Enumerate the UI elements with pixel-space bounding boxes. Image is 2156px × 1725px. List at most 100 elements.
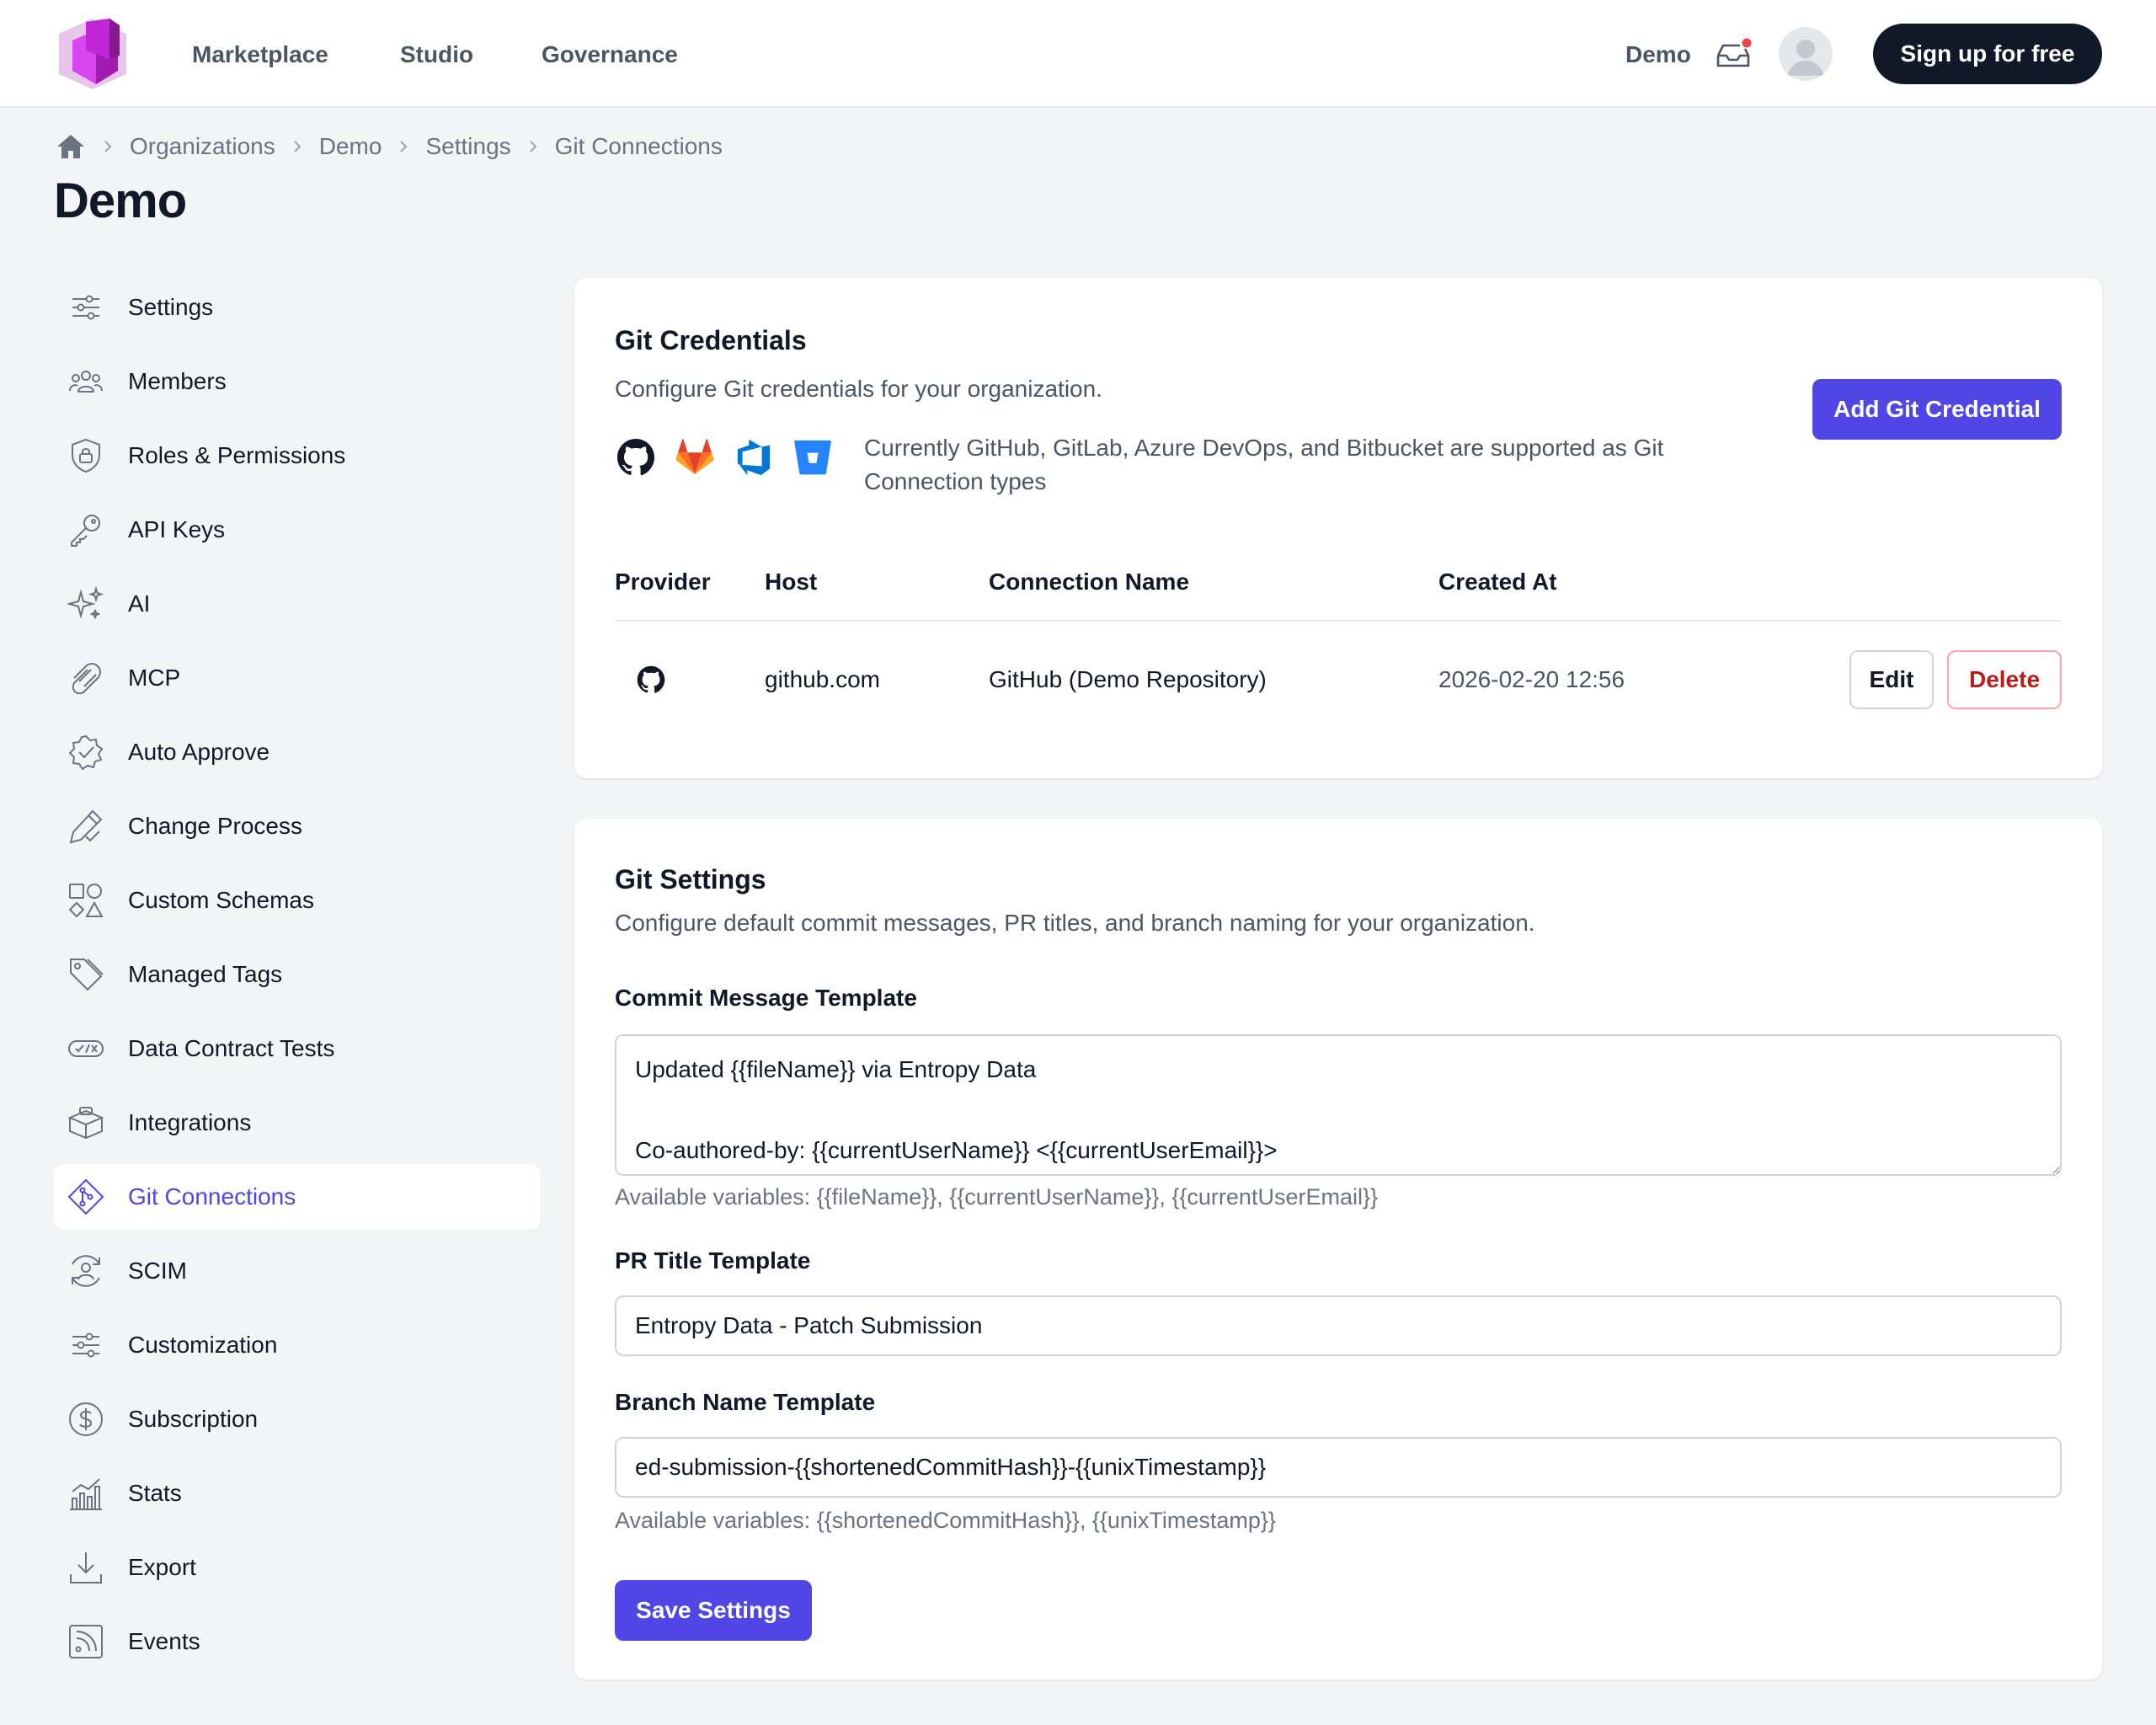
sidebar-label: Git Connections bbox=[128, 1183, 296, 1210]
column-header-created-at: Created At bbox=[1438, 569, 1557, 595]
edit-button[interactable]: Edit bbox=[1849, 650, 1934, 709]
nav-governance[interactable]: Governance bbox=[542, 40, 678, 69]
breadcrumb-demo[interactable]: Demo bbox=[319, 132, 382, 161]
avatar[interactable] bbox=[1779, 27, 1833, 81]
sidebar-item-settings[interactable]: Settings bbox=[54, 275, 541, 340]
settings-sidebar: Settings Members Roles & Permissions API… bbox=[54, 275, 541, 1683]
card-title: Git Credentials bbox=[615, 325, 807, 355]
sidebar-item-custom-schemas[interactable]: Custom Schemas bbox=[54, 868, 541, 933]
add-git-credential-button[interactable]: Add Git Credential bbox=[1812, 379, 2062, 440]
sidebar-label: SCIM bbox=[128, 1258, 187, 1284]
sidebar-label: API Keys bbox=[128, 516, 226, 542]
sidebar-label: MCP bbox=[128, 665, 181, 691]
sidebar-label: Change Process bbox=[128, 813, 303, 839]
sliders-icon bbox=[72, 1332, 99, 1358]
paperclip-icon bbox=[72, 663, 101, 695]
sidebar-item-subscription[interactable]: Subscription bbox=[54, 1386, 541, 1452]
column-header-connection-name: Connection Name bbox=[989, 569, 1190, 595]
tags-icon bbox=[70, 959, 104, 991]
sign-up-button[interactable]: Sign up for free bbox=[1873, 24, 2102, 84]
git-diamond-icon bbox=[67, 1178, 104, 1215]
app-logo[interactable] bbox=[57, 17, 128, 91]
commit-message-label: Commit Message Template bbox=[615, 985, 917, 1011]
azure-devops-icon bbox=[737, 439, 771, 476]
page-title: Demo bbox=[54, 174, 187, 228]
branch-variables-hint: Available variables: {{shortenedCommitHa… bbox=[615, 1508, 1276, 1533]
sidebar-item-events[interactable]: Events bbox=[54, 1609, 541, 1674]
sidebar-label: Roles & Permissions bbox=[128, 442, 346, 468]
badge-check-icon bbox=[68, 734, 104, 771]
sidebar-item-stats[interactable]: Stats bbox=[54, 1461, 541, 1526]
sidebar-item-export[interactable]: Export bbox=[54, 1535, 541, 1600]
sidebar-item-scim[interactable]: SCIM bbox=[54, 1238, 541, 1304]
supported-providers-text: Currently GitHub, GitLab, Azure DevOps, … bbox=[864, 435, 1664, 494]
sidebar-item-change-process[interactable]: Change Process bbox=[54, 793, 541, 859]
home-icon[interactable] bbox=[56, 133, 86, 160]
shield-lock-icon bbox=[72, 438, 100, 473]
breadcrumb-git-connections: Git Connections bbox=[554, 133, 723, 159]
sidebar-label: Settings bbox=[128, 294, 214, 320]
breadcrumb-settings[interactable]: Settings bbox=[425, 132, 510, 161]
table-divider bbox=[615, 620, 2062, 622]
sidebar-label: Managed Tags bbox=[128, 961, 283, 987]
key-icon bbox=[71, 515, 100, 547]
pencil-check-icon bbox=[69, 809, 103, 844]
bitbucket-icon bbox=[794, 440, 831, 475]
dollar-circle-icon bbox=[69, 1402, 103, 1436]
top-navbar: Marketplace Studio Governance Demo Sign … bbox=[0, 0, 2156, 108]
provider-icons bbox=[616, 438, 852, 477]
save-settings-button[interactable]: Save Settings bbox=[615, 1580, 812, 1641]
sidebar-item-roles-permissions[interactable]: Roles & Permissions bbox=[54, 423, 541, 489]
sidebar-item-data-contract-tests[interactable]: Data Contract Tests bbox=[54, 1016, 541, 1081]
org-switcher[interactable]: Demo bbox=[1625, 40, 1691, 69]
shapes-icon bbox=[68, 884, 104, 918]
breadcrumb: Organizations Demo Settings Git Connecti… bbox=[56, 131, 723, 162]
card-subtitle: Configure Git credentials for your organ… bbox=[615, 376, 1102, 402]
chevron-right-icon bbox=[529, 141, 537, 152]
git-credentials-card: Git Credentials Configure Git credential… bbox=[574, 278, 2102, 778]
sidebar-label: Stats bbox=[128, 1480, 182, 1506]
cell-connection-name: GitHub (Demo Repository) bbox=[989, 666, 1267, 692]
bar-chart-icon bbox=[70, 1478, 102, 1510]
user-sync-icon bbox=[72, 1255, 100, 1287]
sliders-icon bbox=[72, 295, 99, 320]
puzzle-box-icon bbox=[67, 1107, 104, 1140]
chevron-right-icon bbox=[104, 141, 112, 152]
commit-message-template-input[interactable] bbox=[615, 1034, 2062, 1176]
inbox-icon[interactable] bbox=[1715, 37, 1753, 71]
sidebar-label: Subscription bbox=[128, 1406, 259, 1432]
column-header-provider: Provider bbox=[615, 569, 711, 595]
column-header-host: Host bbox=[765, 569, 818, 595]
pr-title-label: PR Title Template bbox=[615, 1247, 811, 1274]
rss-icon bbox=[69, 1625, 103, 1658]
nav-studio[interactable]: Studio bbox=[400, 40, 473, 69]
cell-host: github.com bbox=[765, 666, 880, 692]
download-icon bbox=[70, 1552, 102, 1583]
sidebar-label: Events bbox=[128, 1628, 200, 1654]
test-badge-icon bbox=[68, 1040, 104, 1057]
sidebar-item-git-connections[interactable]: Git Connections bbox=[54, 1164, 541, 1230]
sidebar-item-api-keys[interactable]: API Keys bbox=[54, 497, 541, 563]
pr-title-template-input[interactable] bbox=[615, 1295, 2062, 1356]
delete-button[interactable]: Delete bbox=[1947, 650, 2062, 709]
sidebar-item-members[interactable]: Members bbox=[54, 349, 541, 414]
chevron-right-icon bbox=[400, 141, 408, 152]
sidebar-item-ai[interactable]: AI bbox=[54, 571, 541, 637]
sidebar-item-managed-tags[interactable]: Managed Tags bbox=[54, 942, 541, 1007]
sidebar-item-auto-approve[interactable]: Auto Approve bbox=[54, 719, 541, 785]
git-settings-card: Git Settings Configure default commit me… bbox=[574, 819, 2102, 1680]
sidebar-label: AI bbox=[128, 590, 151, 617]
sidebar-label: Auto Approve bbox=[128, 739, 270, 765]
users-icon bbox=[69, 371, 103, 393]
sidebar-label: Export bbox=[128, 1554, 196, 1580]
branch-name-template-input[interactable] bbox=[615, 1437, 2062, 1498]
sidebar-item-integrations[interactable]: Integrations bbox=[54, 1090, 541, 1156]
sidebar-label: Members bbox=[128, 368, 227, 394]
sidebar-item-mcp[interactable]: MCP bbox=[54, 645, 541, 711]
github-icon bbox=[637, 665, 665, 693]
nav-marketplace[interactable]: Marketplace bbox=[192, 40, 328, 69]
chevron-right-icon bbox=[294, 141, 302, 152]
sidebar-label: Customization bbox=[128, 1332, 278, 1358]
sidebar-item-customization[interactable]: Customization bbox=[54, 1312, 541, 1378]
breadcrumb-organizations[interactable]: Organizations bbox=[130, 132, 275, 161]
